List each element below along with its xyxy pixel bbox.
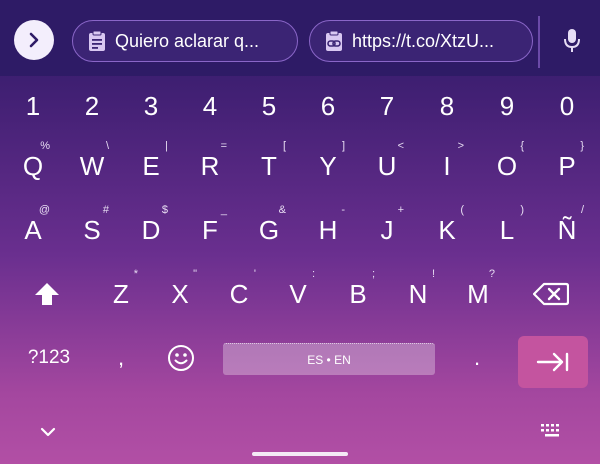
enter-arrow-icon (536, 352, 569, 372)
key-f[interactable]: _ F (181, 200, 239, 260)
key-a[interactable]: @ A (4, 200, 62, 260)
letter-row-3: * Z " X ' C :V ; B ! N ? M (0, 264, 600, 324)
key-u[interactable]: < U (358, 136, 416, 196)
microphone-icon (564, 29, 580, 52)
chevron-down-icon (40, 427, 56, 437)
link-suggestion-chip[interactable]: https://t.co/XtzU... (309, 20, 533, 62)
shift-button[interactable] (12, 264, 82, 324)
key-6[interactable]: 6 (299, 76, 357, 136)
key-5[interactable]: 5 (240, 76, 298, 136)
key-x[interactable]: " X (151, 264, 209, 324)
keyboard-icon (541, 424, 559, 437)
key-8[interactable]: 8 (418, 76, 476, 136)
key-l[interactable]: ) L (478, 200, 536, 260)
key-w[interactable]: \ W (63, 136, 121, 196)
key-e[interactable]: | E (122, 136, 180, 196)
key-4[interactable]: 4 (181, 76, 239, 136)
key-j[interactable]: + J (358, 200, 416, 260)
key-p[interactable]: } P (538, 136, 596, 196)
bottom-row: ?123 , ES • EN . (0, 328, 600, 388)
letter-row-2: @ A # S $ D _ F & G -H + J (K ) L / Ñ (0, 200, 600, 260)
gesture-nav-bar[interactable] (252, 452, 348, 456)
clipboard-suggestion-text: Quiero aclarar q... (115, 30, 260, 51)
shift-arrow-icon (35, 283, 59, 305)
emoji-button[interactable] (152, 328, 210, 388)
clipboard-suggestion-chip[interactable]: Quiero aclarar q... (72, 20, 298, 62)
key-7[interactable]: 7 (358, 76, 416, 136)
key-o[interactable]: {O (478, 136, 536, 196)
key-3[interactable]: 3 (122, 76, 180, 136)
key-9[interactable]: 9 (478, 76, 536, 136)
hide-keyboard-button[interactable] (36, 420, 60, 444)
key-d[interactable]: $ D (122, 200, 180, 260)
key-period[interactable]: . (448, 328, 506, 388)
switch-keyboard-button[interactable] (540, 422, 564, 440)
chevron-right-icon (29, 32, 39, 48)
key-n[interactable]: ! N (389, 264, 447, 324)
voice-input-button[interactable] (555, 24, 589, 58)
key-s[interactable]: # S (63, 200, 121, 260)
suggestion-divider (538, 16, 540, 68)
key-t[interactable]: [T (240, 136, 298, 196)
key-i[interactable]: > I (418, 136, 476, 196)
number-row: 1 2 3 4 5 6 7 8 9 0 (0, 76, 600, 136)
expand-toolbar-button[interactable] (14, 20, 54, 60)
key-k[interactable]: (K (418, 200, 476, 260)
backspace-button[interactable] (516, 264, 586, 324)
key-0[interactable]: 0 (538, 76, 596, 136)
key-comma[interactable]: , (92, 328, 150, 388)
key-v[interactable]: :V (269, 264, 327, 324)
link-suggestion-text: https://t.co/XtzU... (352, 30, 495, 51)
clipboard-icon (87, 30, 107, 52)
key-m[interactable]: ? M (449, 264, 507, 324)
letter-row-1: % Q \ W | E = R [T ] Y < U > I {O } P (0, 136, 600, 196)
key-1[interactable]: 1 (4, 76, 62, 136)
key-r[interactable]: = R (181, 136, 239, 196)
smiley-icon (168, 345, 194, 371)
clipboard-link-icon (324, 30, 344, 52)
key-n-tilde[interactable]: / Ñ (538, 200, 596, 260)
enter-button[interactable] (518, 336, 588, 388)
backspace-icon (533, 282, 569, 306)
key-y[interactable]: ] Y (299, 136, 357, 196)
key-q[interactable]: % Q (4, 136, 62, 196)
suggestion-strip: Quiero aclarar q... https://t.co/XtzU... (0, 0, 600, 76)
key-h[interactable]: -H (299, 200, 357, 260)
symbols-button[interactable]: ?123 (14, 328, 84, 388)
key-b[interactable]: ; B (329, 264, 387, 324)
key-z[interactable]: * Z (92, 264, 150, 324)
spacebar[interactable]: ES • EN (223, 343, 435, 375)
key-g[interactable]: & G (240, 200, 298, 260)
key-c[interactable]: ' C (210, 264, 268, 324)
key-2[interactable]: 2 (63, 76, 121, 136)
